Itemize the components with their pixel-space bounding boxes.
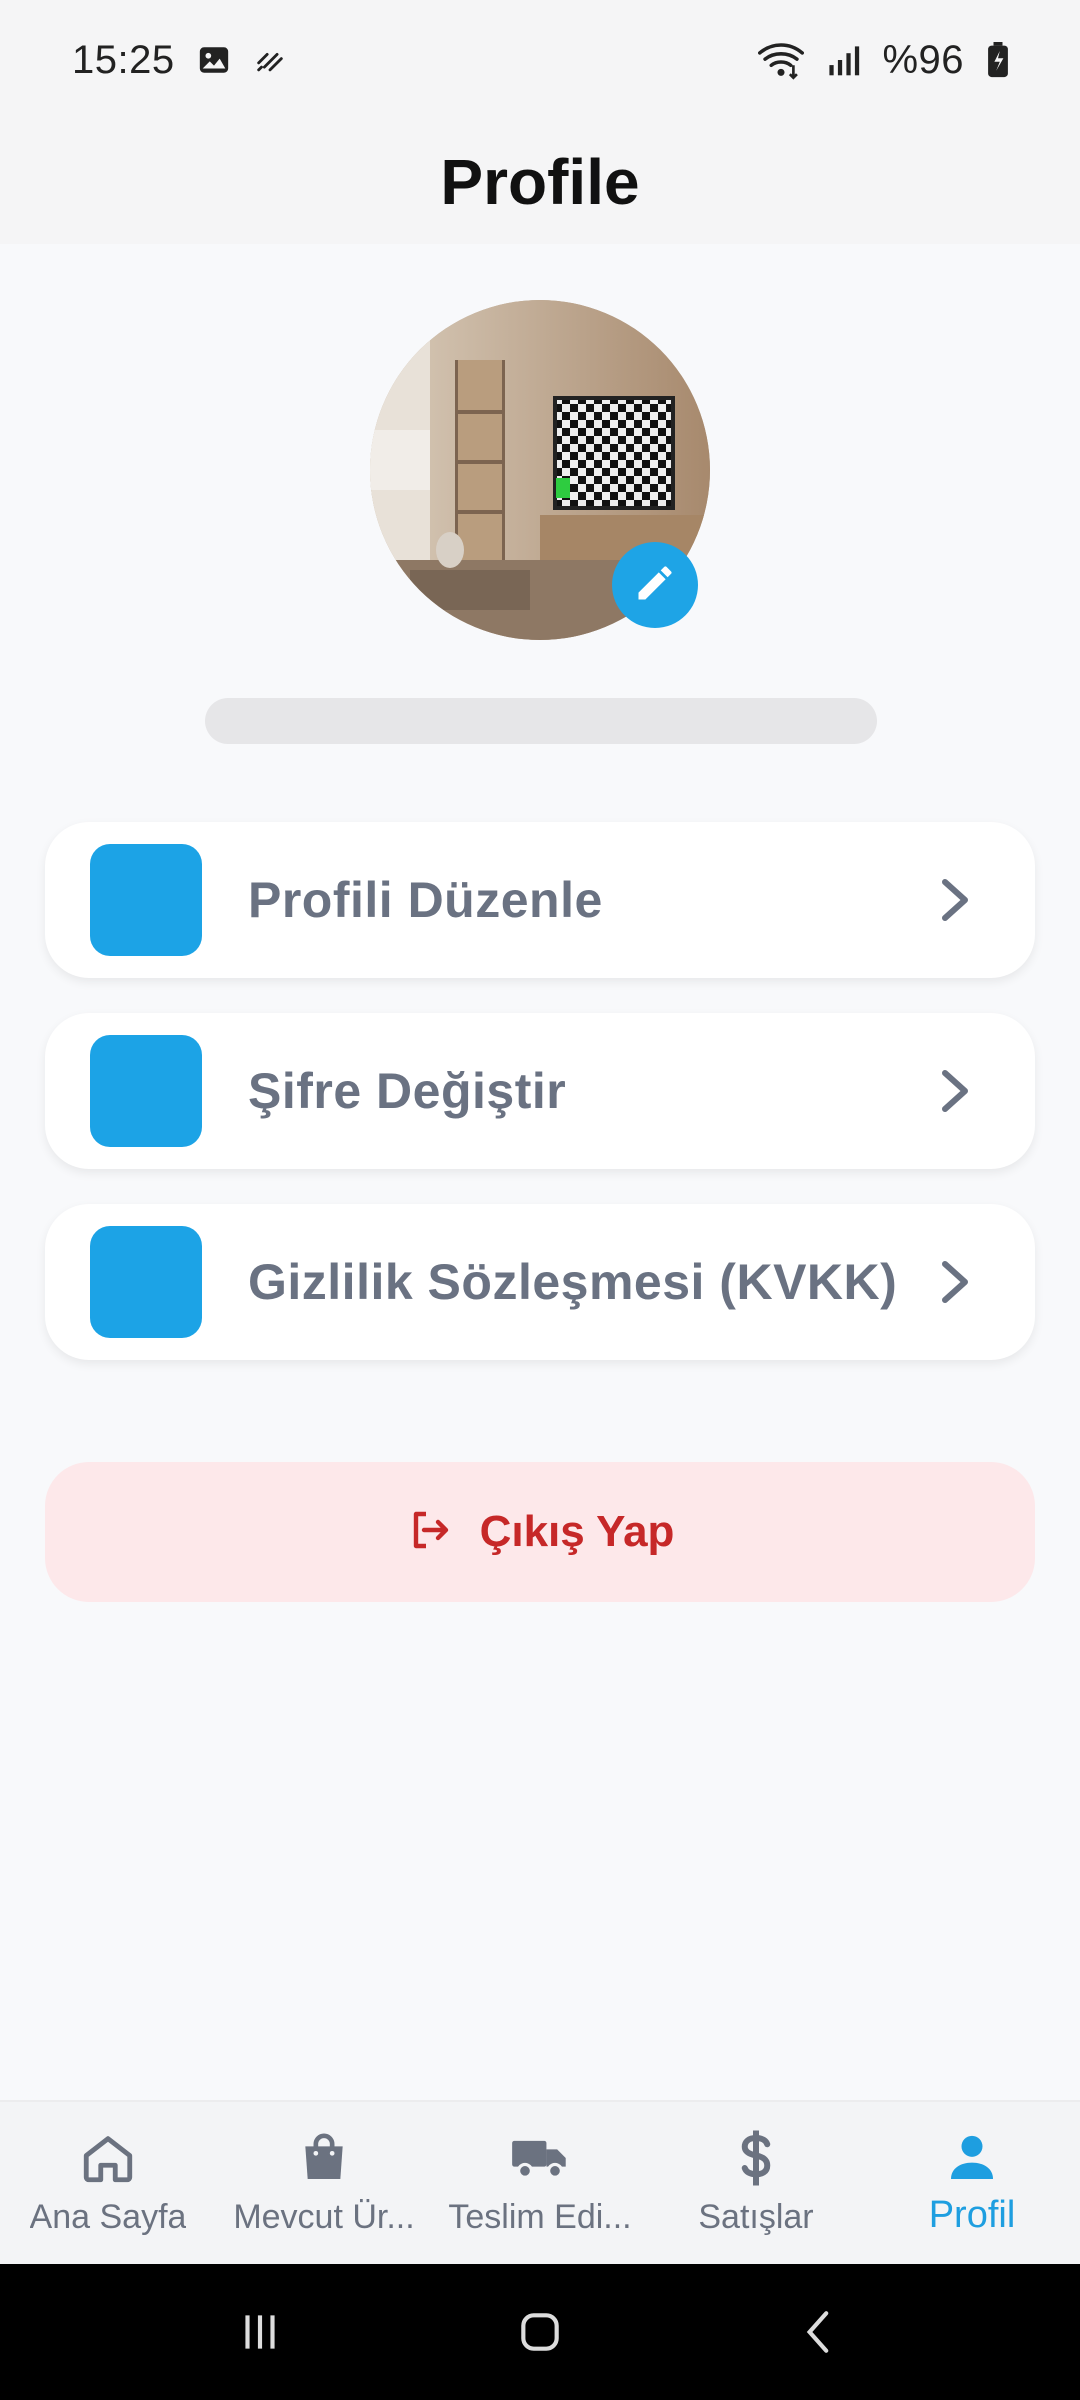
dollar-icon xyxy=(726,2128,786,2188)
chevron-right-icon xyxy=(925,1061,985,1121)
nav-label: Mevcut Ür... xyxy=(233,2198,415,2236)
system-nav-bar xyxy=(0,2264,1080,2400)
back-button[interactable] xyxy=(780,2292,860,2372)
battery-percent: %96 xyxy=(882,37,964,82)
logout-label: Çıkış Yap xyxy=(479,1507,675,1556)
menu-item-privacy-policy[interactable]: Gizlilik Sözleşmesi (KVKK) xyxy=(45,1204,1035,1360)
chevron-right-icon xyxy=(925,1252,985,1312)
status-time: 15:25 xyxy=(72,37,175,82)
truck-icon xyxy=(510,2128,570,2188)
menu-item-label: Şifre Değiştir xyxy=(248,1063,567,1119)
image-icon xyxy=(197,43,231,77)
recent-apps-button[interactable] xyxy=(220,2292,300,2372)
app-bar: Profile xyxy=(0,120,1080,244)
home-button[interactable] xyxy=(500,2292,580,2372)
status-left: 15:25 xyxy=(72,38,287,83)
change-password-icon xyxy=(90,1035,202,1147)
signal-icon xyxy=(826,43,860,77)
status-bar: 15:25 %96 xyxy=(0,0,1080,120)
nav-label: Ana Sayfa xyxy=(29,2198,187,2236)
page-title: Profile xyxy=(440,146,640,218)
nav-item-profile[interactable]: Profil xyxy=(864,2102,1080,2266)
home-icon xyxy=(78,2128,138,2188)
status-right: %96 xyxy=(758,38,1010,83)
nav-item-available-products[interactable]: Mevcut Ür... xyxy=(216,2102,432,2266)
nav-label: Profil xyxy=(928,2194,1016,2236)
logout-button[interactable]: Çıkış Yap xyxy=(45,1462,1035,1602)
edit-profile-icon xyxy=(90,844,202,956)
person-icon xyxy=(942,2128,1002,2188)
menu-item-label: Profili Düzenle xyxy=(248,872,603,928)
username xyxy=(205,700,877,746)
logout-icon xyxy=(406,1506,454,1559)
edit-avatar-button[interactable] xyxy=(612,542,698,628)
pencil-icon xyxy=(633,561,677,610)
nav-item-home[interactable]: Ana Sayfa xyxy=(0,2102,216,2266)
nav-label: Teslim Edi... xyxy=(448,2198,632,2236)
nav-label: Satışlar xyxy=(698,2198,814,2236)
battery-charging-icon xyxy=(986,42,1010,78)
bottom-nav: Ana Sayfa Mevcut Ür... Teslim Edi... Sat… xyxy=(0,2100,1080,2264)
nav-item-sales[interactable]: Satışlar xyxy=(648,2102,864,2266)
nav-item-delivered[interactable]: Teslim Edi... xyxy=(432,2102,648,2266)
menu-item-change-password[interactable]: Şifre Değiştir xyxy=(45,1013,1035,1169)
nfc-icon xyxy=(253,43,287,77)
shopping-bag-icon xyxy=(294,2128,354,2188)
menu-item-label: Gizlilik Sözleşmesi (KVKK) xyxy=(248,1254,898,1310)
menu-item-edit-profile[interactable]: Profili Düzenle xyxy=(45,822,1035,978)
avatar-container xyxy=(370,300,710,640)
wifi-icon xyxy=(758,40,805,80)
chevron-right-icon xyxy=(925,870,985,930)
privacy-policy-icon xyxy=(90,1226,202,1338)
